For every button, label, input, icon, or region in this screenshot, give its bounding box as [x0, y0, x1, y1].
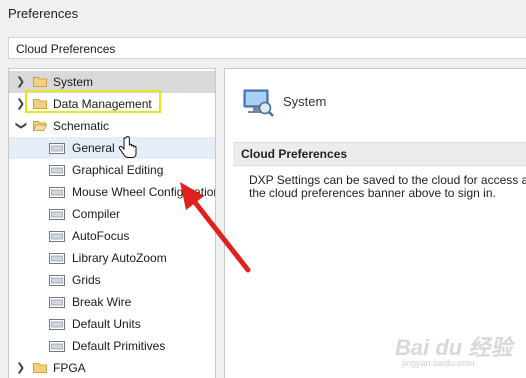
hand-pointer-cursor-icon	[118, 136, 137, 158]
settings-page-icon	[49, 231, 65, 242]
cloud-preferences-bar[interactable]: Cloud Preferences	[8, 37, 526, 59]
tree-item-label: Compiler	[72, 207, 121, 221]
tree-item-graphical-editing[interactable]: Graphical Editing	[9, 159, 215, 181]
tree-item-label: Data Management	[53, 97, 152, 111]
page-title: System	[283, 94, 327, 109]
chevron-right-icon[interactable]: ❯	[16, 98, 26, 110]
watermark-subtext: jingyan.baidu.com	[402, 358, 475, 368]
folder-icon	[33, 77, 47, 87]
tree-item-default-units[interactable]: Default Units	[9, 313, 215, 335]
tree-item-label: FPGA	[53, 361, 86, 375]
folder-icon	[33, 99, 47, 109]
section-title: Cloud Preferences	[241, 147, 348, 161]
settings-page-icon	[49, 143, 65, 154]
tree-item-label: Default Units	[72, 317, 141, 331]
tree-item-label: Mouse Wheel Configuration	[72, 185, 216, 199]
settings-page-icon	[49, 187, 65, 198]
chevron-right-icon[interactable]: ❯	[16, 76, 26, 88]
description-line: the cloud preferences banner above to si…	[249, 186, 496, 200]
cloud-description: DXP Settings can be saved to the cloud f…	[249, 174, 526, 200]
settings-page-icon	[49, 297, 65, 308]
tree-item-label: Default Primitives	[72, 339, 166, 353]
tree-item-fpga[interactable]: ❯ FPGA	[9, 357, 215, 378]
tree-item-default-primitives[interactable]: Default Primitives	[9, 335, 215, 357]
tree-item-label: Library AutoZoom	[72, 251, 167, 265]
tree-item-schematic[interactable]: ❯ Schematic	[9, 115, 215, 137]
tree-item-library-autozoom[interactable]: Library AutoZoom	[9, 247, 215, 269]
window-title: Preferences	[8, 6, 79, 21]
settings-page-icon	[49, 165, 65, 176]
tree-item-label: Grids	[72, 273, 101, 287]
tree-item-autofocus[interactable]: AutoFocus	[9, 225, 215, 247]
tree-item-label: Schematic	[53, 119, 110, 133]
tree-item-grids[interactable]: Grids	[9, 269, 215, 291]
folder-open-icon	[33, 121, 47, 131]
tree-item-compiler[interactable]: Compiler	[9, 203, 215, 225]
tree-item-general[interactable]: General	[9, 137, 215, 159]
settings-page-icon	[49, 253, 65, 264]
tree-item-label: Break Wire	[72, 295, 132, 309]
preferences-tree[interactable]: ❯ System ❯ Data Management ❯ Schematic G…	[8, 68, 216, 378]
folder-icon	[33, 363, 47, 373]
settings-page-icon	[49, 341, 65, 352]
tree-item-break-wire[interactable]: Break Wire	[9, 291, 215, 313]
chevron-right-icon[interactable]: ❯	[16, 362, 26, 374]
tree-item-data-management[interactable]: ❯ Data Management	[9, 93, 215, 115]
tree-item-label: General	[72, 141, 115, 155]
system-computer-icon	[243, 89, 274, 117]
cloud-preferences-label: Cloud Preferences	[16, 42, 116, 56]
tree-item-label: AutoFocus	[72, 229, 130, 243]
settings-page-icon	[49, 319, 65, 330]
chevron-down-icon[interactable]: ❯	[15, 121, 27, 131]
tree-item-system[interactable]: ❯ System	[9, 71, 215, 93]
settings-page-icon	[49, 209, 65, 220]
tree-item-label: System	[53, 75, 94, 89]
tree-item-label: Graphical Editing	[72, 163, 164, 177]
section-header-cloud-preferences: Cloud Preferences	[233, 142, 526, 166]
tree-item-mouse-wheel-configuration[interactable]: Mouse Wheel Configuration	[9, 181, 215, 203]
settings-page-icon	[49, 275, 65, 286]
